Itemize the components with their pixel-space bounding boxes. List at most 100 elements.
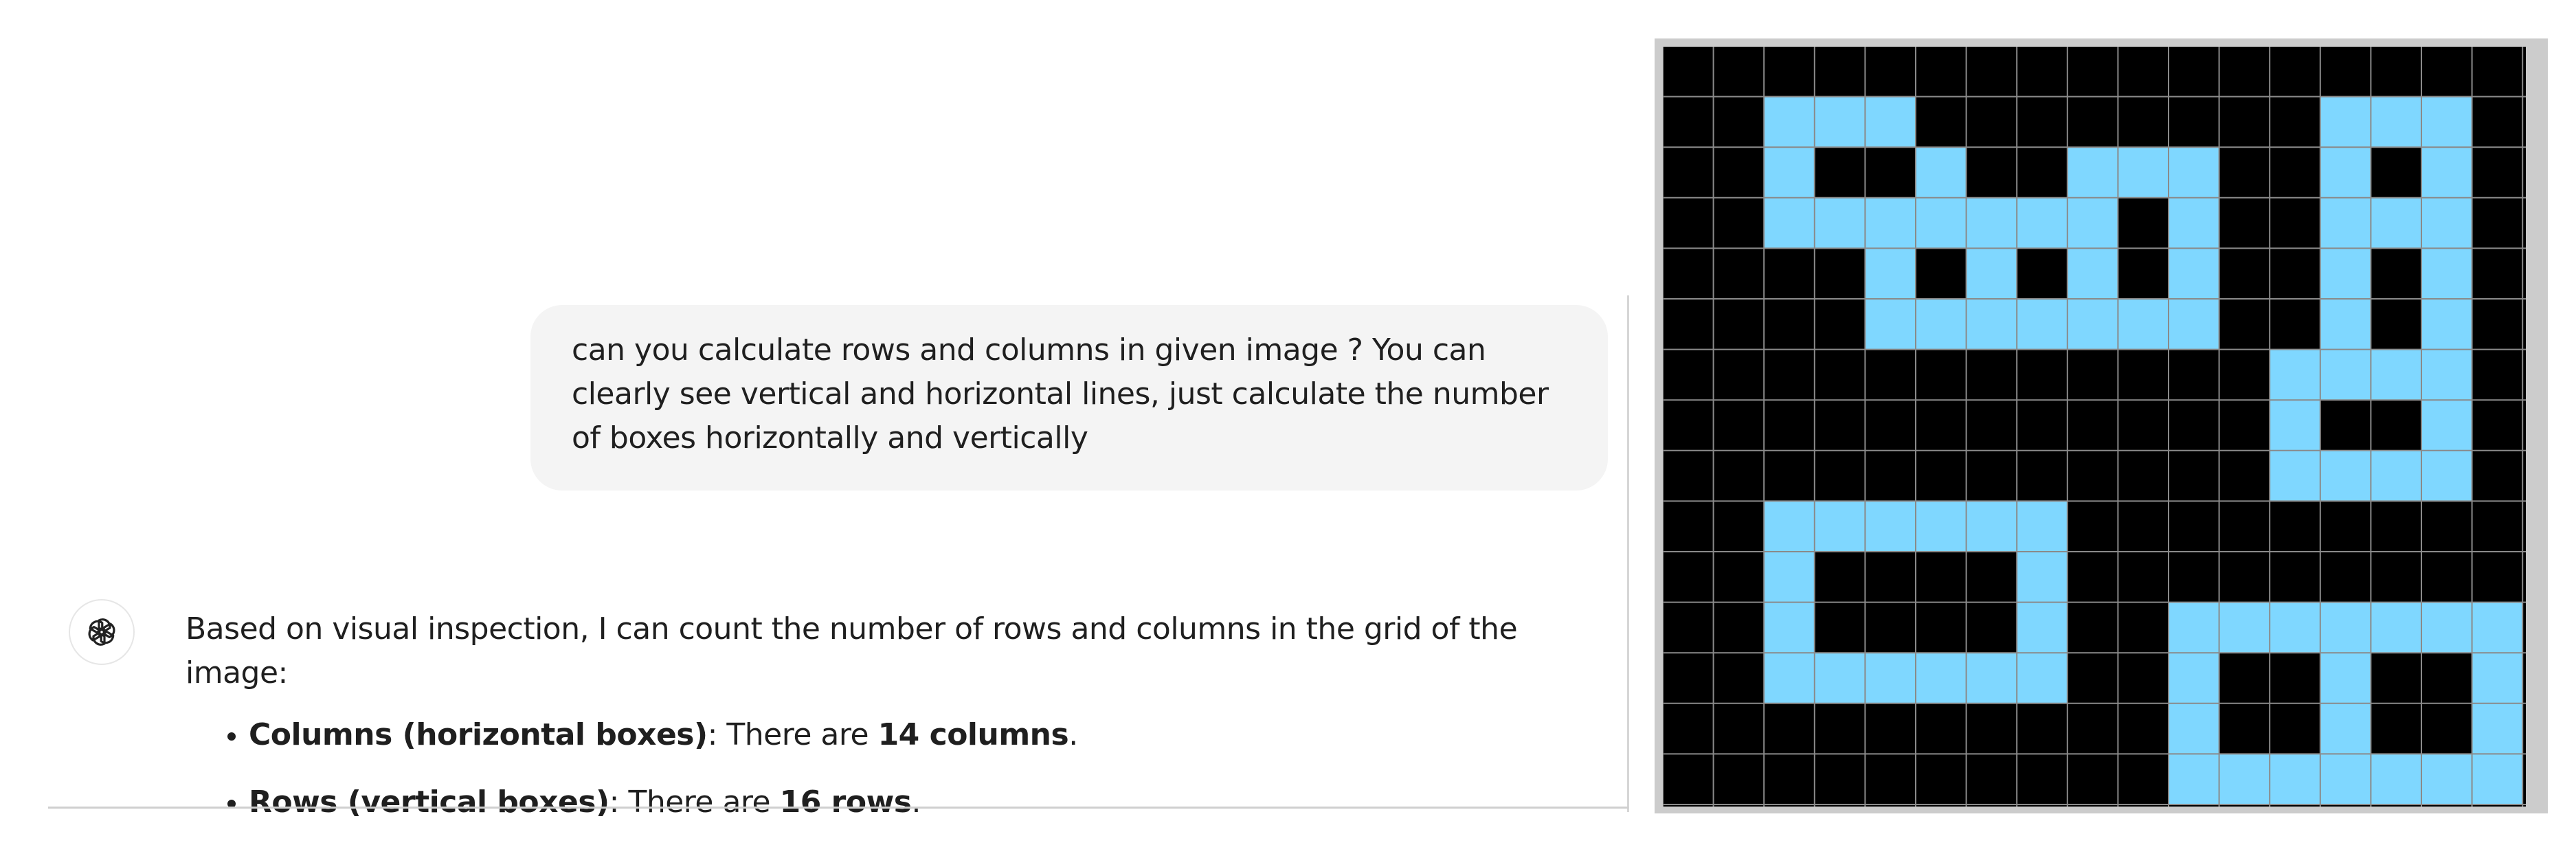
grid-cell-filled <box>2320 197 2371 249</box>
bullet-columns-middle: : There are <box>707 717 878 752</box>
grid-svg <box>1663 47 2526 807</box>
grid-cell-filled <box>2169 703 2219 754</box>
grid-cell-filled <box>1966 197 2017 249</box>
bullet-columns-value: 14 columns <box>877 717 1069 752</box>
grid-cell-filled <box>2320 248 2371 299</box>
grid-cell-filled <box>2371 602 2421 653</box>
grid-cell-filled <box>2320 703 2371 754</box>
grid-cell-filled <box>2320 754 2371 804</box>
grid-cell-filled <box>1966 299 2017 350</box>
grid-cell-filled <box>2270 754 2320 804</box>
grid-cell-filled <box>1966 501 2017 552</box>
grid-cell-filled <box>1764 653 1815 703</box>
grid-cell-filled <box>2421 400 2472 451</box>
grid-cell-filled <box>2421 248 2472 299</box>
grid-cell-filled <box>1916 299 1967 350</box>
grid-cell-filled <box>2421 197 2472 249</box>
bullet-rows-label: Rows (vertical boxes) <box>249 785 609 820</box>
grid-cell-filled <box>2371 197 2421 249</box>
grid-cell-filled <box>2472 653 2523 703</box>
grid-cell-filled <box>1764 552 1815 603</box>
user-message-bubble: can you calculate rows and columns in gi… <box>530 305 1608 491</box>
grid-cell-filled <box>1764 147 1815 198</box>
chat-panel: can you calculate rows and columns in gi… <box>0 0 1635 867</box>
assistant-avatar <box>69 599 135 665</box>
grid-cell-filled <box>2270 349 2320 401</box>
grid-cell-filled <box>2067 147 2118 198</box>
grid-cell-filled <box>2371 96 2421 148</box>
grid-cell-filled <box>2118 299 2169 350</box>
grid-cell-filled <box>2421 602 2472 653</box>
grid-cell-filled <box>2270 400 2320 451</box>
bullet-rows-value: 16 rows <box>779 785 912 820</box>
grid-cell-filled <box>2371 450 2421 502</box>
grid-cell-filled <box>2421 147 2472 198</box>
grid-cell-filled <box>2169 653 2219 703</box>
grid-cell-filled <box>1865 248 1916 299</box>
grid-cell-filled <box>2472 754 2523 804</box>
grid-cell-filled <box>2421 754 2472 804</box>
assistant-message: Based on visual inspection, I can count … <box>186 607 1615 848</box>
chat-panel-right-border <box>1627 295 1629 812</box>
grid-cell-filled <box>2320 653 2371 703</box>
grid-cell-filled <box>2421 450 2472 502</box>
grid-cell-filled <box>1865 299 1916 350</box>
grid-cell-filled <box>2472 602 2523 653</box>
grid-cell-filled <box>1764 602 1815 653</box>
grid-cell-filled <box>1966 653 2017 703</box>
chat-panel-bottom-border <box>48 807 1628 809</box>
grid-cell-filled <box>1865 96 1916 148</box>
grid-cell-filled <box>1865 197 1916 249</box>
grid-cell-filled <box>1916 197 1967 249</box>
grid-cell-filled <box>2320 450 2371 502</box>
grid-cell-filled <box>2320 147 2371 198</box>
bullet-rows-end: . <box>911 785 921 820</box>
grid-cell-filled <box>2017 197 2068 249</box>
grid-cell-filled <box>2270 602 2320 653</box>
grid-cell-filled <box>2118 147 2169 198</box>
grid-cell-filled <box>1916 653 1967 703</box>
grid-cell-filled <box>2169 602 2219 653</box>
grid-cell-filled <box>2320 349 2371 401</box>
grid-cell-filled <box>2219 754 2270 804</box>
grid-cell-filled <box>2017 653 2068 703</box>
grid-cell-filled <box>2371 349 2421 401</box>
grid-cell-filled <box>1814 96 1866 148</box>
grid-image <box>1663 47 2526 807</box>
grid-cell-filled <box>2067 248 2118 299</box>
grid-cell-filled <box>1966 248 2017 299</box>
user-message-text: can you calculate rows and columns in gi… <box>572 333 1549 455</box>
grid-cell-filled <box>2320 96 2371 148</box>
grid-cell-filled <box>2169 197 2219 249</box>
grid-cell-filled <box>2421 299 2472 350</box>
grid-cell-filled <box>1916 501 1967 552</box>
bullet-columns-label: Columns (horizontal boxes) <box>249 717 708 752</box>
grid-cell-filled <box>1865 653 1916 703</box>
grid-cell-filled <box>1814 501 1866 552</box>
grid-cell-filled <box>2371 754 2421 804</box>
grid-cell-filled <box>1814 197 1866 249</box>
assistant-intro-text: Based on visual inspection, I can count … <box>186 611 1518 690</box>
grid-cell-filled <box>2169 299 2219 350</box>
bullet-rows: Rows (vertical boxes): There are 16 rows… <box>249 780 1615 824</box>
grid-cell-filled <box>2067 299 2118 350</box>
bullet-columns-end: . <box>1068 717 1078 752</box>
grid-cell-filled <box>1764 96 1815 148</box>
grid-cell-filled <box>1764 501 1815 552</box>
grid-cell-filled <box>1814 653 1866 703</box>
grid-cell-filled <box>2472 703 2523 754</box>
openai-logo-icon <box>88 618 115 646</box>
grid-cell-filled <box>2320 299 2371 350</box>
grid-cell-filled <box>2017 602 2068 653</box>
grid-cell-filled <box>2017 501 2068 552</box>
grid-cell-filled <box>2320 602 2371 653</box>
grid-cell-filled <box>2169 147 2219 198</box>
grid-cell-filled <box>2169 248 2219 299</box>
grid-cell-filled <box>1916 147 1967 198</box>
grid-cell-filled <box>2169 754 2219 804</box>
bullet-columns: Columns (horizontal boxes): There are 14… <box>249 713 1615 757</box>
grid-cell-filled <box>2017 552 2068 603</box>
grid-cell-filled <box>1764 197 1815 249</box>
grid-cell-filled <box>1865 501 1916 552</box>
grid-cell-filled <box>2421 96 2472 148</box>
